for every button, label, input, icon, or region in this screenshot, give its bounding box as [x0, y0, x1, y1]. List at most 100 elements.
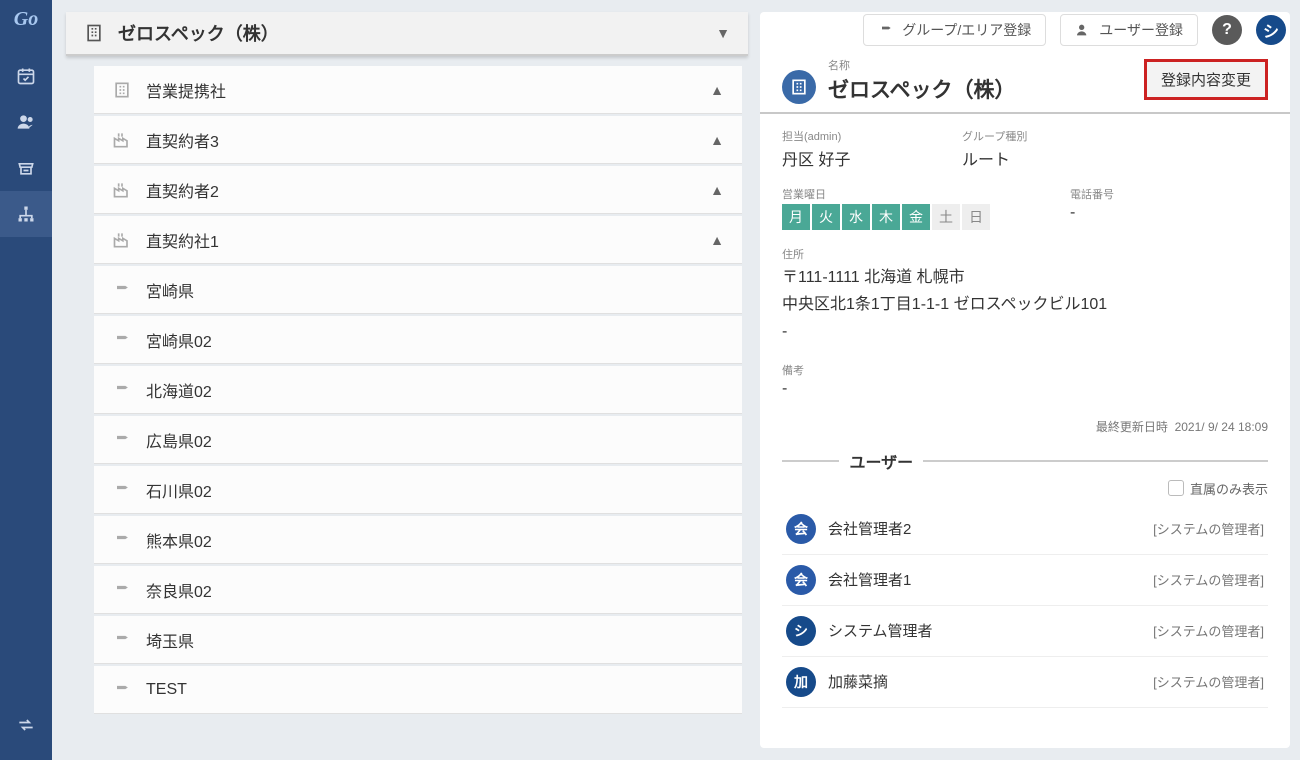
user-badge-icon: 会	[786, 565, 816, 595]
admin-value: 丹区 好子	[782, 146, 922, 170]
tree-item[interactable]: 直契約者3 ▲	[94, 116, 742, 164]
nav-org-tree[interactable]	[0, 191, 52, 237]
signpost-icon	[878, 22, 894, 38]
group-type-label: グループ種別	[962, 128, 1102, 144]
storefront-icon	[16, 158, 36, 178]
org-circle-icon	[782, 70, 816, 104]
direct-only-toggle[interactable]: 直属のみ表示	[782, 479, 1268, 498]
users-icon	[16, 112, 36, 132]
app-logo: Go	[14, 8, 38, 31]
days-row: 月火水木金土日	[782, 204, 990, 230]
user-badge-icon: 会	[786, 514, 816, 544]
pin-icon	[112, 480, 132, 500]
building-icon	[112, 80, 132, 100]
day-cell: 月	[782, 204, 810, 230]
group-area-label: グループ/エリア登録	[902, 20, 1031, 40]
group-header-title: ゼロスペック（株）	[118, 20, 702, 46]
user-row[interactable]: シシステム管理者[システムの管理者]	[782, 606, 1268, 657]
tree-item-label: 直契約社1	[146, 228, 696, 252]
nav-calendar[interactable]	[0, 53, 52, 99]
tree-item-label: 熊本県02	[146, 528, 724, 552]
day-cell: 火	[812, 204, 840, 230]
field-phone: 電話番号 -	[1070, 186, 1210, 230]
tree-item[interactable]: 埼玉県	[94, 616, 742, 664]
user-role: [システムの管理者]	[1153, 621, 1264, 640]
tree-item-label: 石川県02	[146, 478, 724, 502]
nav-rail: Go	[0, 0, 52, 760]
day-cell: 木	[872, 204, 900, 230]
edit-button[interactable]: 登録内容変更	[1144, 59, 1268, 100]
pin-icon	[112, 630, 132, 650]
group-header[interactable]: ゼロスペック（株） ▼	[66, 12, 748, 56]
direct-only-label: 直属のみ表示	[1190, 479, 1268, 498]
tree-list[interactable]: 営業提携社▲ 直契約者3 ▲ 直契約者2 ▲ 直契約社1 ▲ 宮崎県宮崎県02 北海道02 広島県…	[66, 66, 748, 748]
day-cell: 水	[842, 204, 870, 230]
tree-item-label: 直契約者3	[146, 128, 696, 152]
tree-item[interactable]: TEST	[94, 666, 742, 714]
nav-users[interactable]	[0, 99, 52, 145]
field-admin: 担当(admin) 丹区 好子	[782, 128, 922, 170]
tree-item[interactable]: 宮崎県	[94, 266, 742, 314]
tree-item[interactable]: 石川県02	[94, 466, 742, 514]
user-row[interactable]: 加加藤菜摘[システムの管理者]	[782, 657, 1268, 708]
tree-item[interactable]: 直契約社1 ▲	[94, 216, 742, 264]
tree-item-label: 直契約者2	[146, 178, 696, 202]
note-label: 備考	[782, 362, 1268, 378]
address-line3: -	[782, 318, 1268, 345]
last-updated-label: 最終更新日時	[1096, 420, 1168, 434]
admin-label: 担当(admin)	[782, 128, 922, 144]
user-badge-icon: 加	[786, 667, 816, 697]
calendar-check-icon	[16, 66, 36, 86]
chevron-up-icon: ▲	[710, 82, 724, 98]
pin-icon	[112, 580, 132, 600]
avatar-button[interactable]: シ	[1256, 15, 1286, 45]
field-days: 営業曜日 月火水木金土日	[782, 186, 990, 230]
user-role: [システムの管理者]	[1153, 519, 1264, 538]
user-section-label: ユーザー	[849, 449, 913, 473]
building-icon	[84, 23, 104, 43]
tree-item[interactable]: 営業提携社▲	[94, 66, 742, 114]
detail-name: ゼロスペック（株）	[828, 74, 1132, 104]
last-updated-value: 2021/ 9/ 24 18:09	[1175, 420, 1268, 434]
tree-item-label: 埼玉県	[146, 628, 724, 652]
user-name: 会社管理者1	[828, 569, 1141, 590]
pin-icon	[112, 430, 132, 450]
tree-item-label: 広島県02	[146, 428, 724, 452]
chevron-up-icon: ▲	[710, 232, 724, 248]
tree-item[interactable]: 奈良県02	[94, 566, 742, 614]
user-row[interactable]: 会会社管理者2[システムの管理者]	[782, 504, 1268, 555]
tree-item[interactable]: 宮崎県02	[94, 316, 742, 364]
chevron-down-icon: ▼	[716, 25, 730, 41]
tree-item[interactable]: 直契約者2 ▲	[94, 166, 742, 214]
phone-label: 電話番号	[1070, 186, 1210, 202]
help-button[interactable]: ?	[1212, 15, 1242, 45]
user-register-label: ユーザー登録	[1099, 20, 1183, 40]
group-area-register-button[interactable]: グループ/エリア登録	[863, 14, 1046, 46]
factory-icon	[112, 230, 132, 250]
tree-item[interactable]: 広島県02	[94, 416, 742, 464]
day-cell: 土	[932, 204, 960, 230]
tree-item-label: 奈良県02	[146, 578, 724, 602]
checkbox-icon[interactable]	[1168, 480, 1184, 496]
tree-item-label: TEST	[146, 681, 724, 699]
address-label: 住所	[782, 246, 1268, 262]
factory-icon	[112, 130, 132, 150]
pin-icon	[112, 330, 132, 350]
pin-icon	[112, 280, 132, 300]
user-row[interactable]: 会会社管理者1[システムの管理者]	[782, 555, 1268, 606]
user-name: 加藤菜摘	[828, 671, 1141, 692]
nav-collapse[interactable]	[0, 702, 52, 748]
address-line2: 中央区北1条1丁目1-1-1 ゼロスペックビル101	[782, 291, 1268, 318]
chevron-up-icon: ▲	[710, 182, 724, 198]
tree-item[interactable]: 北海道02	[94, 366, 742, 414]
detail-name-label: 名称	[828, 60, 850, 72]
chevron-up-icon: ▲	[710, 132, 724, 148]
day-cell: 金	[902, 204, 930, 230]
user-list: 会会社管理者2[システムの管理者]会会社管理者1[システムの管理者]シシステム管…	[782, 504, 1268, 708]
user-name: システム管理者	[828, 620, 1141, 641]
tree-item-label: 宮崎県02	[146, 328, 724, 352]
nav-delivery[interactable]	[0, 145, 52, 191]
pin-icon	[112, 380, 132, 400]
tree-item[interactable]: 熊本県02	[94, 516, 742, 564]
user-register-button[interactable]: ユーザー登録	[1060, 14, 1198, 46]
